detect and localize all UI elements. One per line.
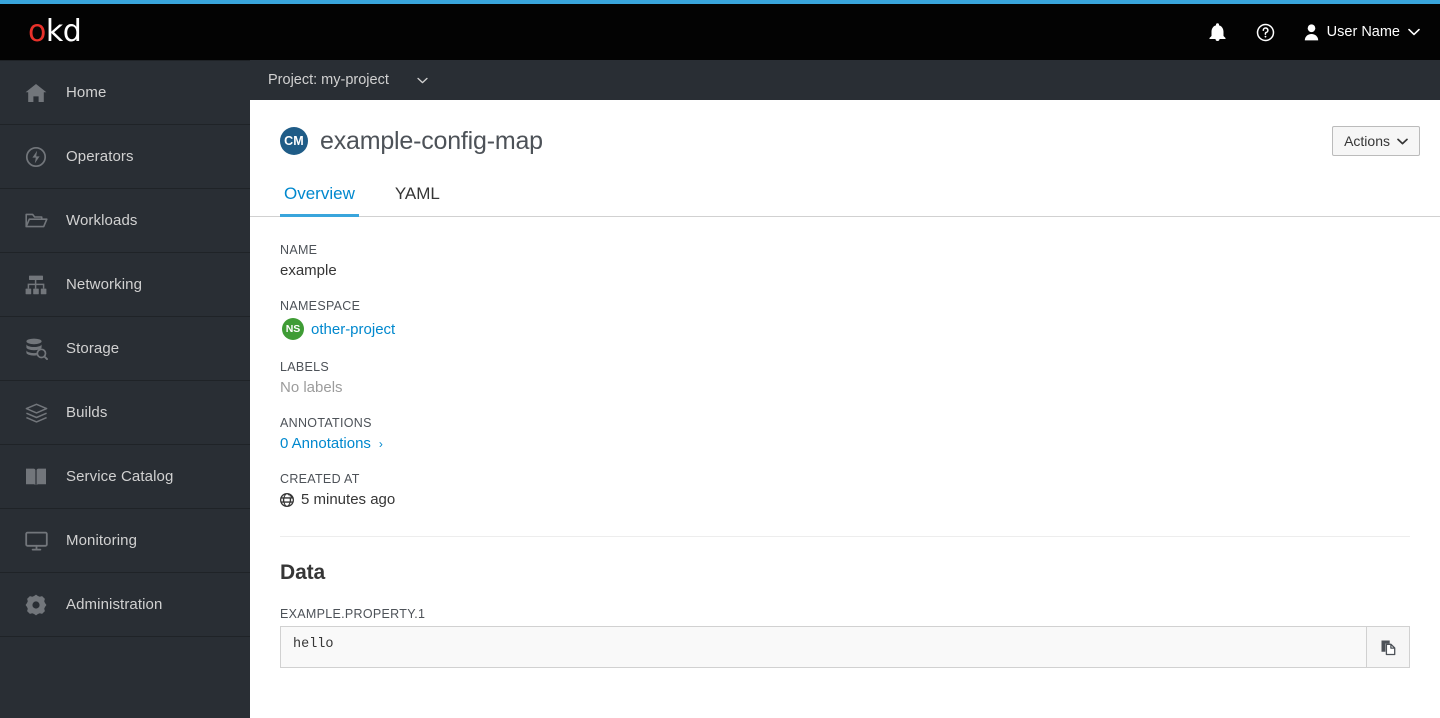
data-section: Data EXAMPLE.PROPERTY.1 hello <box>250 537 1440 668</box>
sidebar-item-operators[interactable]: Operators <box>0 125 250 189</box>
data-item-row: hello <box>280 626 1410 668</box>
namespace-link[interactable]: other-project <box>311 321 395 338</box>
page-heading: CM example-config-map Actions <box>250 100 1440 156</box>
masthead: okd User Name <box>0 4 1440 60</box>
sidebar-item-monitoring[interactable]: Monitoring <box>0 509 250 573</box>
okd-console-window: okd User Name Home Operators Workloads N… <box>0 0 1440 718</box>
field-labels-value: No labels <box>280 379 343 396</box>
layers-icon <box>24 401 48 425</box>
field-annotations-label: ANNOTATIONS <box>280 416 372 430</box>
home-icon <box>24 81 48 105</box>
field-created-at-value: 5 minutes ago <box>280 491 1410 508</box>
chevron-down-icon <box>417 77 428 84</box>
field-name: NAME example <box>280 243 1410 279</box>
user-name-label: User Name <box>1326 24 1400 40</box>
created-at-text: 5 minutes ago <box>301 491 396 508</box>
logo-letters-kd: kd <box>45 14 82 49</box>
sidebar-item-storage[interactable]: Storage <box>0 317 250 381</box>
field-created-at: CREATED AT 5 minutes ago <box>280 472 1410 508</box>
sidebar-item-label: Administration <box>66 596 163 613</box>
book-icon <box>24 465 48 489</box>
field-annotations: ANNOTATIONS 0 Annotations › <box>280 416 1410 452</box>
okd-logo-text: okd <box>28 14 82 49</box>
sidebar-item-administration[interactable]: Administration <box>0 573 250 637</box>
sidebar-item-label: Monitoring <box>66 532 138 549</box>
copy-icon <box>1380 639 1397 656</box>
namespace-kind-badge: NS <box>282 318 304 340</box>
folder-icon <box>24 209 48 233</box>
database-search-icon <box>24 337 48 361</box>
page-title: example-config-map <box>320 126 543 155</box>
data-item: EXAMPLE.PROPERTY.1 hello <box>280 607 1410 668</box>
tab-overview[interactable]: Overview <box>280 178 359 217</box>
brand-logo[interactable]: okd <box>0 4 250 60</box>
sidebar-item-home[interactable]: Home <box>0 61 250 125</box>
sidebar-item-service-catalog[interactable]: Service Catalog <box>0 445 250 509</box>
sidebar-item-builds[interactable]: Builds <box>0 381 250 445</box>
field-name-value: example <box>280 262 337 279</box>
logo-letter-o: o <box>28 14 46 49</box>
operators-icon <box>24 145 48 169</box>
bell-icon[interactable] <box>1204 18 1232 46</box>
copy-to-clipboard-button[interactable] <box>1366 626 1410 668</box>
chevron-right-icon: › <box>378 436 383 451</box>
data-section-heading: Data <box>280 561 326 584</box>
resource-kind-badge: CM <box>280 127 308 155</box>
masthead-actions: User Name <box>1204 4 1440 60</box>
resource-tabs: Overview YAML <box>250 178 1440 217</box>
field-annotations-value: 0 Annotations › <box>280 435 1410 452</box>
sidebar-item-label: Storage <box>66 340 120 357</box>
field-name-label: NAME <box>280 243 318 257</box>
chevron-down-icon <box>1408 28 1420 36</box>
main-content: CM example-config-map Actions Overview Y… <box>250 100 1440 718</box>
field-namespace: NAMESPACE NS other-project <box>280 299 1410 340</box>
gear-icon <box>24 593 48 617</box>
project-selector-label: Project: my-project <box>268 72 389 88</box>
sidebar-item-label: Workloads <box>66 212 138 229</box>
actions-button-label: Actions <box>1344 133 1390 149</box>
actions-button[interactable]: Actions <box>1332 126 1420 156</box>
sidebar-item-label: Builds <box>66 404 108 421</box>
field-namespace-value: NS other-project <box>280 318 1410 340</box>
data-item-value[interactable]: hello <box>280 626 1366 668</box>
field-labels: LABELS No labels <box>280 360 1410 396</box>
user-menu[interactable]: User Name <box>1300 23 1420 41</box>
sidebar-item-label: Service Catalog <box>66 468 174 485</box>
project-selector[interactable]: Project: my-project <box>268 72 428 88</box>
sidebar-item-workloads[interactable]: Workloads <box>0 189 250 253</box>
field-labels-label: LABELS <box>280 360 330 374</box>
tab-yaml[interactable]: YAML <box>391 178 444 217</box>
resource-details: NAME example NAMESPACE NS other-project … <box>250 217 1440 537</box>
field-namespace-label: NAMESPACE <box>280 299 361 313</box>
field-created-at-label: CREATED AT <box>280 472 360 486</box>
primary-sidebar: Home Operators Workloads Networking Stor… <box>0 60 250 718</box>
help-circle-icon[interactable] <box>1252 18 1280 46</box>
sidebar-item-label: Home <box>66 84 107 101</box>
sidebar-item-networking[interactable]: Networking <box>0 253 250 317</box>
sitemap-icon <box>24 273 48 297</box>
sidebar-item-label: Networking <box>66 276 143 293</box>
sidebar-item-label: Operators <box>66 148 134 165</box>
user-avatar-icon <box>1304 23 1319 41</box>
globe-icon <box>280 492 294 507</box>
project-bar: Project: my-project <box>250 60 1440 100</box>
chevron-down-icon <box>1397 138 1408 145</box>
data-item-key: EXAMPLE.PROPERTY.1 <box>280 607 426 621</box>
monitor-icon <box>24 529 48 553</box>
annotations-link[interactable]: 0 Annotations <box>280 435 371 452</box>
